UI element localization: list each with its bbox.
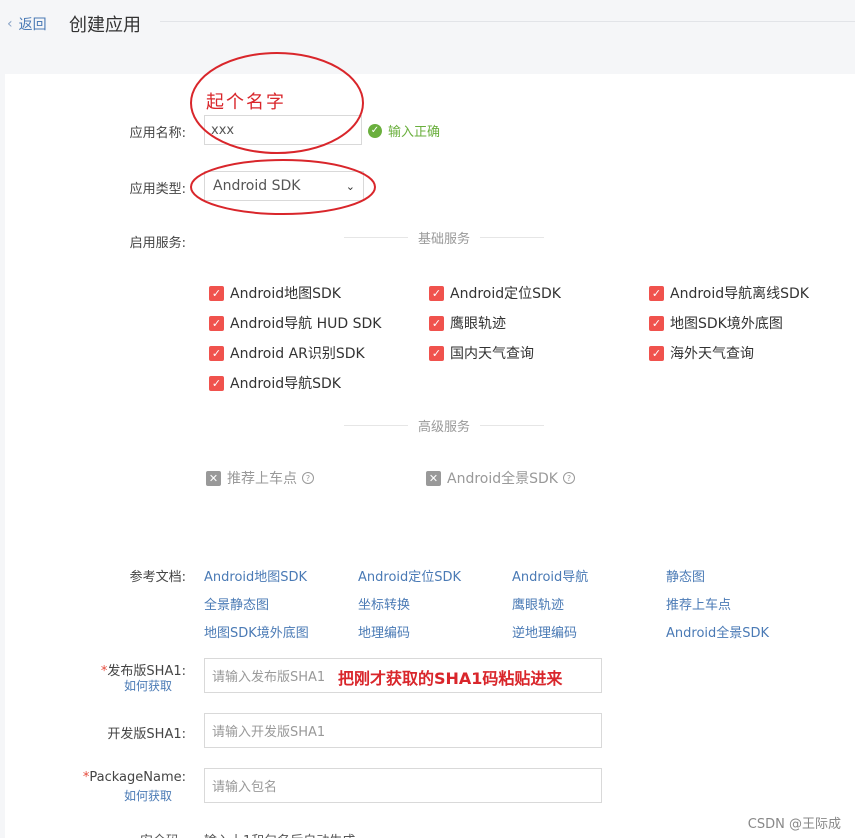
advanced-services-heading: 高级服务 bbox=[344, 415, 545, 435]
doc-link[interactable]: 静态图 bbox=[666, 566, 705, 585]
security-code-text: 输入上1和包名后自动生成 bbox=[204, 830, 355, 838]
doc-link[interactable]: Android地图SDK bbox=[204, 566, 307, 585]
doc-link[interactable]: 逆地理编码 bbox=[512, 622, 577, 641]
basic-services-heading: 基础服务 bbox=[344, 227, 545, 247]
service-checkbox[interactable]: ✓ 鹰眼轨迹 bbox=[429, 313, 506, 333]
app-name-status: ✓ 输入正确 bbox=[368, 121, 440, 140]
doc-link[interactable]: 全景静态图 bbox=[204, 594, 269, 613]
service-checkbox[interactable]: ✓ Android导航 HUD SDK bbox=[209, 313, 381, 333]
annotation-name-hint: 起个名字 bbox=[206, 92, 286, 113]
docs-label: 参考文档: bbox=[129, 570, 186, 585]
checkbox-disabled-icon: ✕ bbox=[206, 470, 221, 486]
chevron-down-icon: ⌄ bbox=[345, 179, 355, 193]
service-checkbox[interactable]: ✓ 地图SDK境外底图 bbox=[649, 313, 783, 333]
help-icon[interactable]: ? bbox=[302, 472, 314, 484]
package-name-input[interactable]: 请输入包名 bbox=[204, 768, 602, 803]
top-bar: ‹ 返回 创建应用 bbox=[0, 0, 855, 48]
doc-link[interactable]: 地理编码 bbox=[358, 622, 410, 641]
service-checkbox[interactable]: ✓ Android AR识别SDK bbox=[209, 343, 365, 363]
checkbox-disabled-icon: ✕ bbox=[426, 470, 441, 486]
doc-link[interactable]: 推荐上车点 bbox=[666, 594, 731, 613]
checkbox-checked-icon: ✓ bbox=[209, 345, 224, 361]
checkbox-checked-icon: ✓ bbox=[429, 315, 444, 331]
page-title: 创建应用 bbox=[69, 15, 141, 36]
app-type-select[interactable]: Android SDK ⌄ bbox=[204, 171, 364, 201]
release-sha1-how-to-link[interactable]: 如何获取 bbox=[124, 677, 172, 694]
advanced-service-checkbox: ✕ Android全景SDK? bbox=[426, 468, 575, 488]
advanced-service-checkbox: ✕ 推荐上车点? bbox=[206, 468, 314, 488]
service-checkbox[interactable]: ✓ Android导航离线SDK bbox=[649, 283, 809, 303]
doc-link[interactable]: 地图SDK境外底图 bbox=[204, 622, 309, 641]
doc-link[interactable]: 坐标转换 bbox=[358, 594, 410, 613]
checkbox-checked-icon: ✓ bbox=[649, 345, 664, 361]
service-checkbox[interactable]: ✓ 国内天气查询 bbox=[429, 343, 534, 363]
check-circle-icon: ✓ bbox=[368, 123, 382, 138]
back-link[interactable]: ‹ 返回 bbox=[7, 14, 47, 34]
app-type-value: Android SDK bbox=[213, 178, 301, 194]
package-name-how-to-link[interactable]: 如何获取 bbox=[124, 787, 172, 804]
watermark: CSDN @王际成 bbox=[747, 817, 841, 832]
chevron-left-icon: ‹ bbox=[7, 16, 13, 32]
doc-link[interactable]: Android全景SDK bbox=[666, 622, 769, 641]
doc-link[interactable]: Android导航 bbox=[512, 566, 588, 585]
app-name-input[interactable]: xxx bbox=[204, 115, 362, 145]
help-icon[interactable]: ? bbox=[562, 472, 575, 484]
dev-sha1-input[interactable]: 请输入开发版SHA1 bbox=[204, 713, 602, 748]
title-divider bbox=[160, 21, 855, 22]
checkbox-checked-icon: ✓ bbox=[429, 285, 444, 301]
doc-link[interactable]: 鹰眼轨迹 bbox=[512, 594, 564, 613]
package-name-label: *PackageName: bbox=[82, 770, 186, 785]
checkbox-checked-icon: ✓ bbox=[209, 315, 224, 331]
service-checkbox[interactable]: ✓ Android定位SDK bbox=[429, 283, 561, 303]
service-checkbox[interactable]: ✓ Android导航SDK bbox=[209, 373, 341, 393]
app-type-label: 应用类型: bbox=[129, 182, 186, 197]
service-checkbox[interactable]: ✓ 海外天气查询 bbox=[649, 343, 754, 363]
checkbox-checked-icon: ✓ bbox=[649, 285, 664, 301]
checkbox-checked-icon: ✓ bbox=[429, 345, 444, 361]
back-label: 返回 bbox=[18, 17, 47, 33]
checkbox-checked-icon: ✓ bbox=[649, 315, 664, 331]
annotation-sha1-hint: 把刚才获取的SHA1码粘贴进来 bbox=[338, 665, 563, 689]
service-checkbox[interactable]: ✓ Android地图SDK bbox=[209, 283, 341, 303]
app-name-label: 应用名称: bbox=[129, 126, 186, 141]
services-label: 启用服务: bbox=[129, 236, 186, 251]
security-code-label: 安全码: bbox=[140, 830, 183, 838]
doc-link[interactable]: Android定位SDK bbox=[358, 566, 461, 585]
dev-sha1-label: 开发版SHA1: bbox=[107, 727, 186, 742]
checkbox-checked-icon: ✓ bbox=[209, 285, 224, 301]
checkbox-checked-icon: ✓ bbox=[209, 375, 224, 391]
